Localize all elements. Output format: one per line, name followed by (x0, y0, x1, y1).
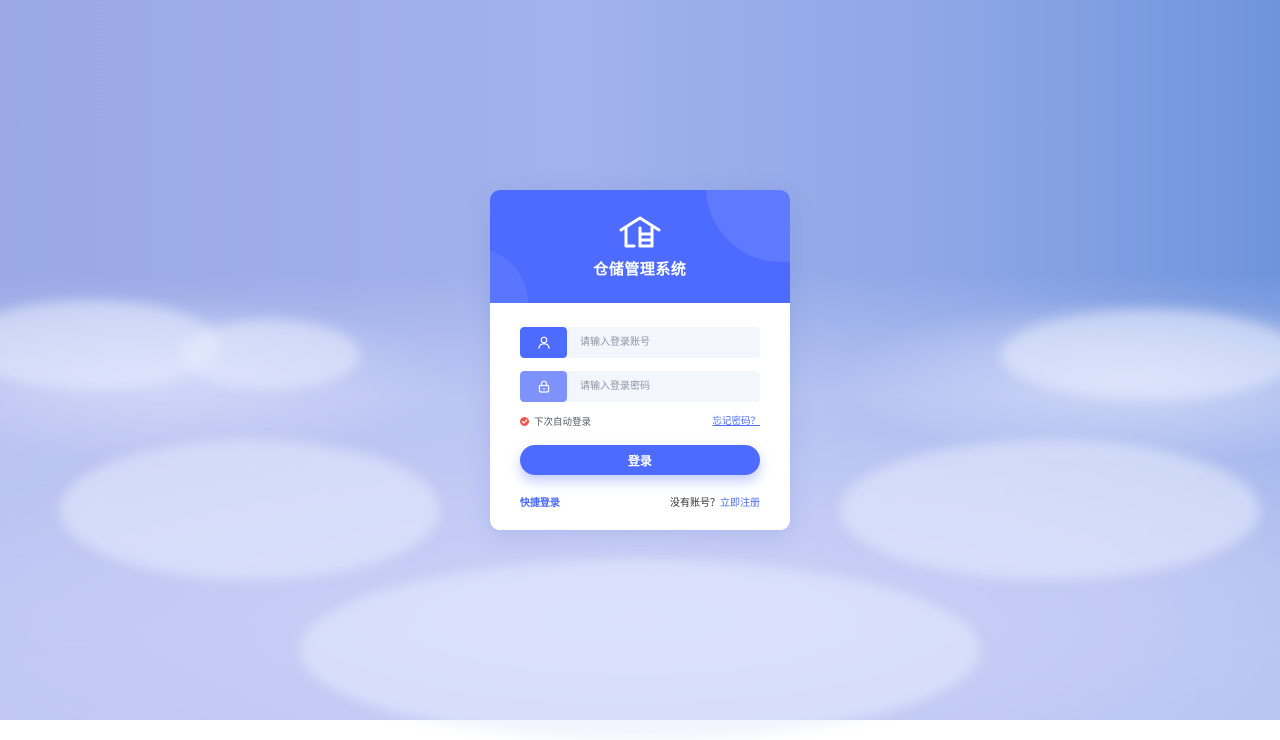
no-account-text: 没有账号？ (670, 498, 720, 509)
card-header: 仓储管理系统 (490, 190, 790, 303)
lock-icon (520, 371, 567, 402)
password-input[interactable] (567, 371, 760, 402)
login-button[interactable]: 登录 (520, 445, 760, 475)
quick-login-link[interactable]: 快捷登录 (520, 494, 560, 509)
account-input[interactable] (567, 327, 760, 358)
cloud (180, 320, 360, 390)
forgot-password-link[interactable]: 忘记密码？ (712, 413, 760, 427)
warehouse-icon (619, 216, 661, 248)
cloud (1000, 310, 1280, 400)
cloud (300, 560, 980, 740)
cloud (840, 440, 1260, 580)
remember-me-checkbox[interactable]: 下次自动登录 (520, 414, 591, 428)
password-field (520, 371, 760, 402)
check-circle-icon (520, 416, 529, 426)
app-title: 仓储管理系统 (593, 260, 687, 278)
register-link[interactable]: 立即注册 (720, 498, 760, 509)
remember-me-label: 下次自动登录 (534, 417, 592, 428)
header-decoration (706, 190, 790, 262)
account-field (520, 327, 760, 358)
register-prompt: 没有账号？立即注册 (670, 494, 760, 509)
login-card: 仓储管理系统 下次自动登录 忘记密码？ 登录 快捷登录 (490, 190, 790, 530)
user-icon (520, 327, 567, 358)
cloud (60, 440, 440, 580)
